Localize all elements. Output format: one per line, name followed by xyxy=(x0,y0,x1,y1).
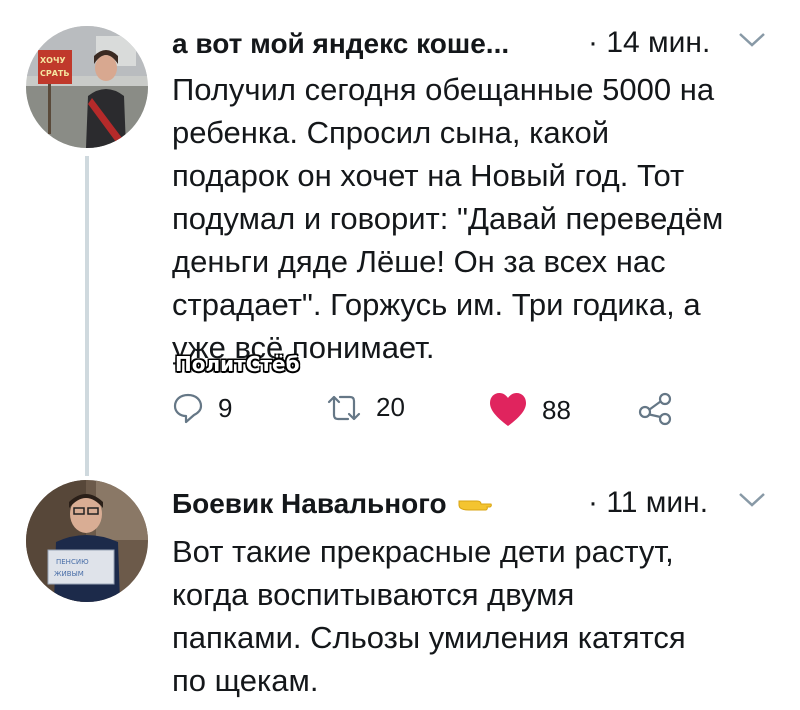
reply-count: 9 xyxy=(218,392,233,423)
tweet-time[interactable]: · 14 мин. xyxy=(588,26,710,60)
chevron-down-icon[interactable] xyxy=(738,492,766,508)
tweet-time[interactable]: · 11 мин. xyxy=(588,486,708,520)
tweet-text-line: Получил сегодня обещанные 5000 на xyxy=(172,72,715,107)
avatar[interactable]: ХОЧУ СРАТЬ xyxy=(26,26,148,148)
share-button[interactable] xyxy=(638,392,674,426)
tweet-2[interactable]: ПЕНСИЮ ЖИВЫМ Боевик Навального · 11 мин.… xyxy=(0,470,800,710)
chevron-down-icon[interactable] xyxy=(738,32,766,48)
tweet-text-line: подарок он хочет на Новый год. Тот xyxy=(172,158,685,193)
like-button[interactable]: 88 xyxy=(488,392,571,428)
like-count: 88 xyxy=(542,394,571,425)
tweet-text-line: когда воспитываются двумя xyxy=(172,577,575,612)
share-icon xyxy=(638,392,672,426)
tweet-text-line: подумал и говорит: "Давай переведём xyxy=(172,201,724,236)
reply-button[interactable]: 9 xyxy=(172,392,232,424)
retweet-button[interactable]: 20 xyxy=(326,392,405,423)
hand-emoji-icon xyxy=(458,500,492,511)
tweet-text: Получил сегодня обещанные 5000 на ребенк… xyxy=(172,68,772,369)
author-name[interactable]: а вот мой яндекс коше... xyxy=(172,28,509,60)
tweet-text-line: страдает". Горжусь им. Три годика, а xyxy=(172,287,701,322)
watermark: ПолитСтёб xyxy=(175,352,300,376)
svg-text:ЖИВЫМ: ЖИВЫМ xyxy=(54,570,84,578)
like-icon xyxy=(490,393,526,426)
tweet-header: а вот мой яндекс коше... xyxy=(172,28,509,60)
svg-text:ПЕНСИЮ: ПЕНСИЮ xyxy=(56,558,89,566)
author-name[interactable]: Боевик Навального xyxy=(172,488,447,520)
tweet-text-line: ребенка. Спросил сына, какой xyxy=(172,115,610,150)
thread-line xyxy=(85,156,89,476)
tweet-text-line: деньги дяде Лёше! Он за всех нас xyxy=(172,244,666,279)
tweet-actions: 9 20 88 xyxy=(172,392,692,432)
retweet-count: 20 xyxy=(376,392,405,422)
retweet-icon xyxy=(327,395,361,420)
tweet-1[interactable]: ХОЧУ СРАТЬ а вот мой яндекс коше... · 14… xyxy=(0,0,800,476)
tweet-text-line: Вот такие прекрасные дети растут, xyxy=(172,534,674,569)
svg-text:СРАТЬ: СРАТЬ xyxy=(40,69,69,78)
tweet-text: Вот такие прекрасные дети растут, когда … xyxy=(172,530,772,702)
tweet-header: Боевик Навального xyxy=(172,488,493,520)
avatar-sign-text: ХОЧУ xyxy=(40,56,66,65)
tweet-text-line: папками. Сльозы умиления катятся xyxy=(172,620,686,655)
avatar[interactable]: ПЕНСИЮ ЖИВЫМ xyxy=(26,480,148,602)
reply-icon xyxy=(173,393,203,424)
tweet-text-line: по щекам. xyxy=(172,663,319,698)
